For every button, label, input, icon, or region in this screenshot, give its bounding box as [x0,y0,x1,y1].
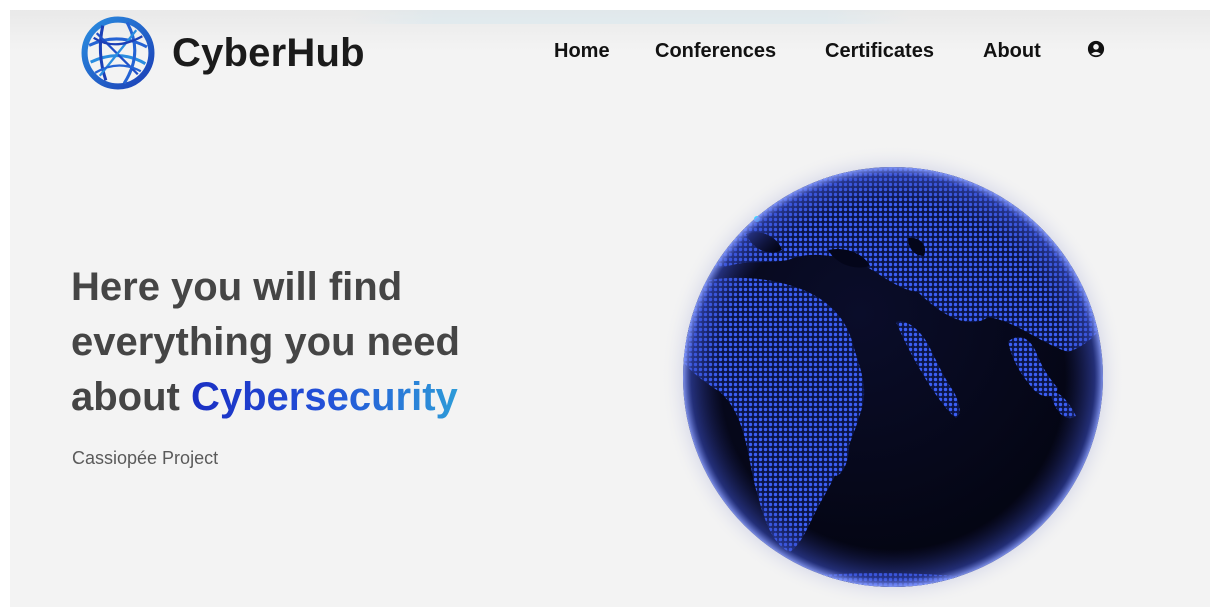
hero-subtitle: Cassiopée Project [72,448,219,468]
headline-line-3-prefix: about [71,375,191,419]
nav-certificates[interactable]: Certificates [825,40,934,63]
dotted-globe-image [661,145,1125,607]
user-circle-icon[interactable] [1087,40,1105,58]
nav-home[interactable]: Home [554,40,610,63]
headline-accent: Cybersecurity [190,375,458,419]
main-nav: Home Conferences Certificates About [10,40,1210,70]
hero-headline: Here you will find everything you need a… [71,260,460,425]
nav-about[interactable]: About [983,40,1041,63]
page-root: CyberHub Home Conferences Certificates A… [10,10,1210,607]
nav-conferences[interactable]: Conferences [655,40,776,63]
headline-line-2: everything you need [71,320,460,364]
headline-line-1: Here you will find [71,265,403,309]
